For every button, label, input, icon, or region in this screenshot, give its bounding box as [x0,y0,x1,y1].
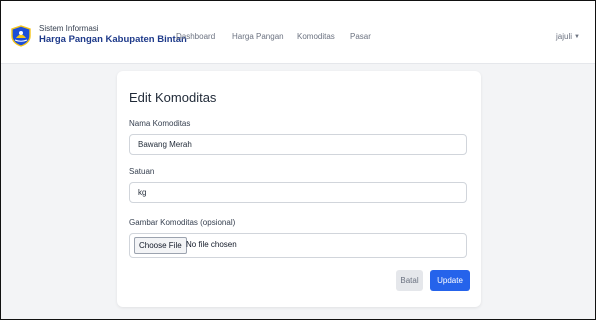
gambar-komoditas-label: Gambar Komoditas (opsional) [129,218,236,227]
nav-dashboard[interactable]: Dashboard [176,32,215,41]
bintan-regency-emblem-icon[interactable] [10,25,32,47]
chevron-down-icon: ▼ [574,34,580,40]
edit-komoditas-card: Edit Komoditas Nama Komoditas Bawang Mer… [117,71,481,307]
brand-subtitle: Sistem Informasi [39,24,99,33]
gambar-komoditas-file-input[interactable]: Choose File No file chosen [129,233,467,258]
satuan-input[interactable]: kg [129,182,467,203]
user-menu[interactable]: jajuli ▼ [556,32,580,41]
satuan-label: Satuan [129,167,155,176]
nav-pasar[interactable]: Pasar [350,32,371,41]
user-name: jajuli [556,32,573,41]
nama-komoditas-input[interactable]: Bawang Merah [129,134,467,155]
nav-komoditas[interactable]: Komoditas [297,32,335,41]
nav-harga-pangan[interactable]: Harga Pangan [232,32,284,41]
browser-viewport: Sistem Informasi Harga Pangan Kabupaten … [0,0,596,320]
update-button[interactable]: Update [430,270,470,291]
page-title: Edit Komoditas [129,90,217,105]
nama-komoditas-label: Nama Komoditas [129,119,191,128]
file-status-text: No file chosen [186,240,237,249]
cancel-button[interactable]: Batal [396,270,423,291]
brand-title[interactable]: Harga Pangan Kabupaten Bintan [39,34,187,45]
top-navbar: Sistem Informasi Harga Pangan Kabupaten … [1,1,595,64]
choose-file-button[interactable]: Choose File [134,237,187,254]
